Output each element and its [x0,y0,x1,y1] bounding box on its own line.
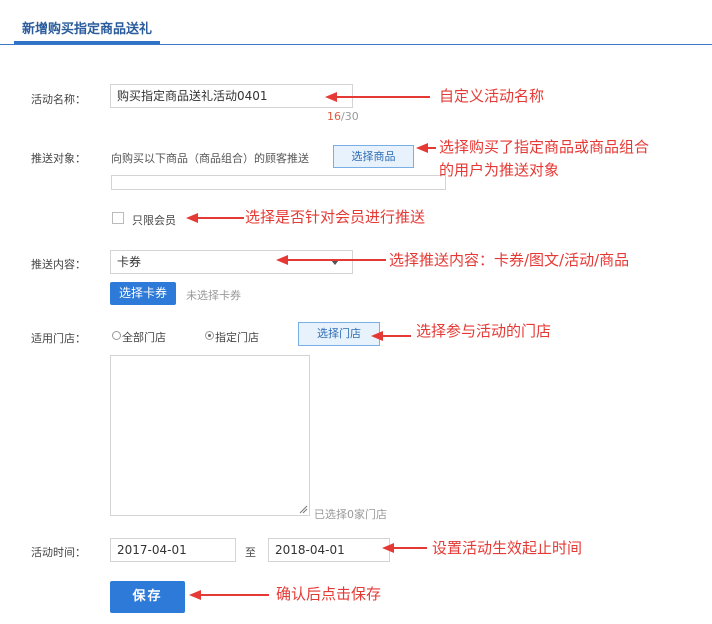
radio-specific-stores[interactable] [205,331,214,340]
push-target-label: 推送对象： [31,152,86,165]
push-target-text: 向购买以下商品（商品组合）的顾客推送 [111,152,309,165]
annotation-content: 选择推送内容：卡券/图文/活动/商品 [389,251,630,269]
radio-specific-stores-label: 指定门店 [215,331,259,344]
save-button[interactable]: 保存 [110,581,185,613]
annotation-arrow-line [199,594,269,596]
char-counter: 16/30 [327,110,359,123]
selected-products-box [111,175,446,190]
annotation-arrow-line [286,259,386,261]
annotation-save: 确认后点击保存 [276,585,382,603]
annotation-name: 自定义活动名称 [439,87,545,105]
stores-label: 适用门店： [31,332,86,345]
annotation-arrow-line [335,96,430,98]
annotation-arrow-line [196,217,244,219]
radio-all-stores-label: 全部门店 [122,331,166,344]
char-count-total: /30 [341,110,359,123]
start-date-input[interactable]: 2017-04-01 [110,538,236,562]
members-only-label: 只限会员 [132,214,176,227]
coupon-status-text: 未选择卡券 [186,289,241,302]
stores-textarea[interactable] [110,355,310,516]
select-coupon-button[interactable]: 选择卡券 [110,282,176,305]
members-only-checkbox[interactable] [112,212,124,224]
annotation-target-line1: 选择购买了指定商品或商品组合 [439,138,650,156]
annotation-time: 设置活动生效起止时间 [432,539,583,557]
activity-name-input[interactable]: 购买指定商品送礼活动0401 [110,84,353,108]
end-date-input[interactable]: 2018-04-01 [268,538,390,562]
date-separator: 至 [245,546,256,559]
radio-all-stores[interactable] [112,331,121,340]
char-count-current: 16 [327,110,341,123]
annotation-member: 选择是否针对会员进行推送 [245,208,426,226]
annotation-target-line2: 的用户为推送对象 [439,161,560,179]
tab-new-gift-activity[interactable]: 新增购买指定商品送礼 [22,18,152,37]
activity-name-label: 活动名称： [31,93,86,106]
annotation-arrow-line [381,335,411,337]
selected-stores-count: 已选择0家门店 [314,508,387,521]
activity-time-label: 活动时间： [31,546,86,559]
select-stores-button[interactable]: 选择门店 [298,322,380,346]
push-content-label: 推送内容： [31,258,86,271]
select-products-button[interactable]: 选择商品 [333,145,414,168]
push-content-select[interactable]: 卡券 [110,250,353,274]
annotation-arrow-line [426,147,436,149]
resize-handle-icon[interactable] [299,505,308,514]
annotation-stores: 选择参与活动的门店 [416,322,552,340]
tab-active-underline [14,41,160,44]
annotation-arrow-line [392,547,427,549]
